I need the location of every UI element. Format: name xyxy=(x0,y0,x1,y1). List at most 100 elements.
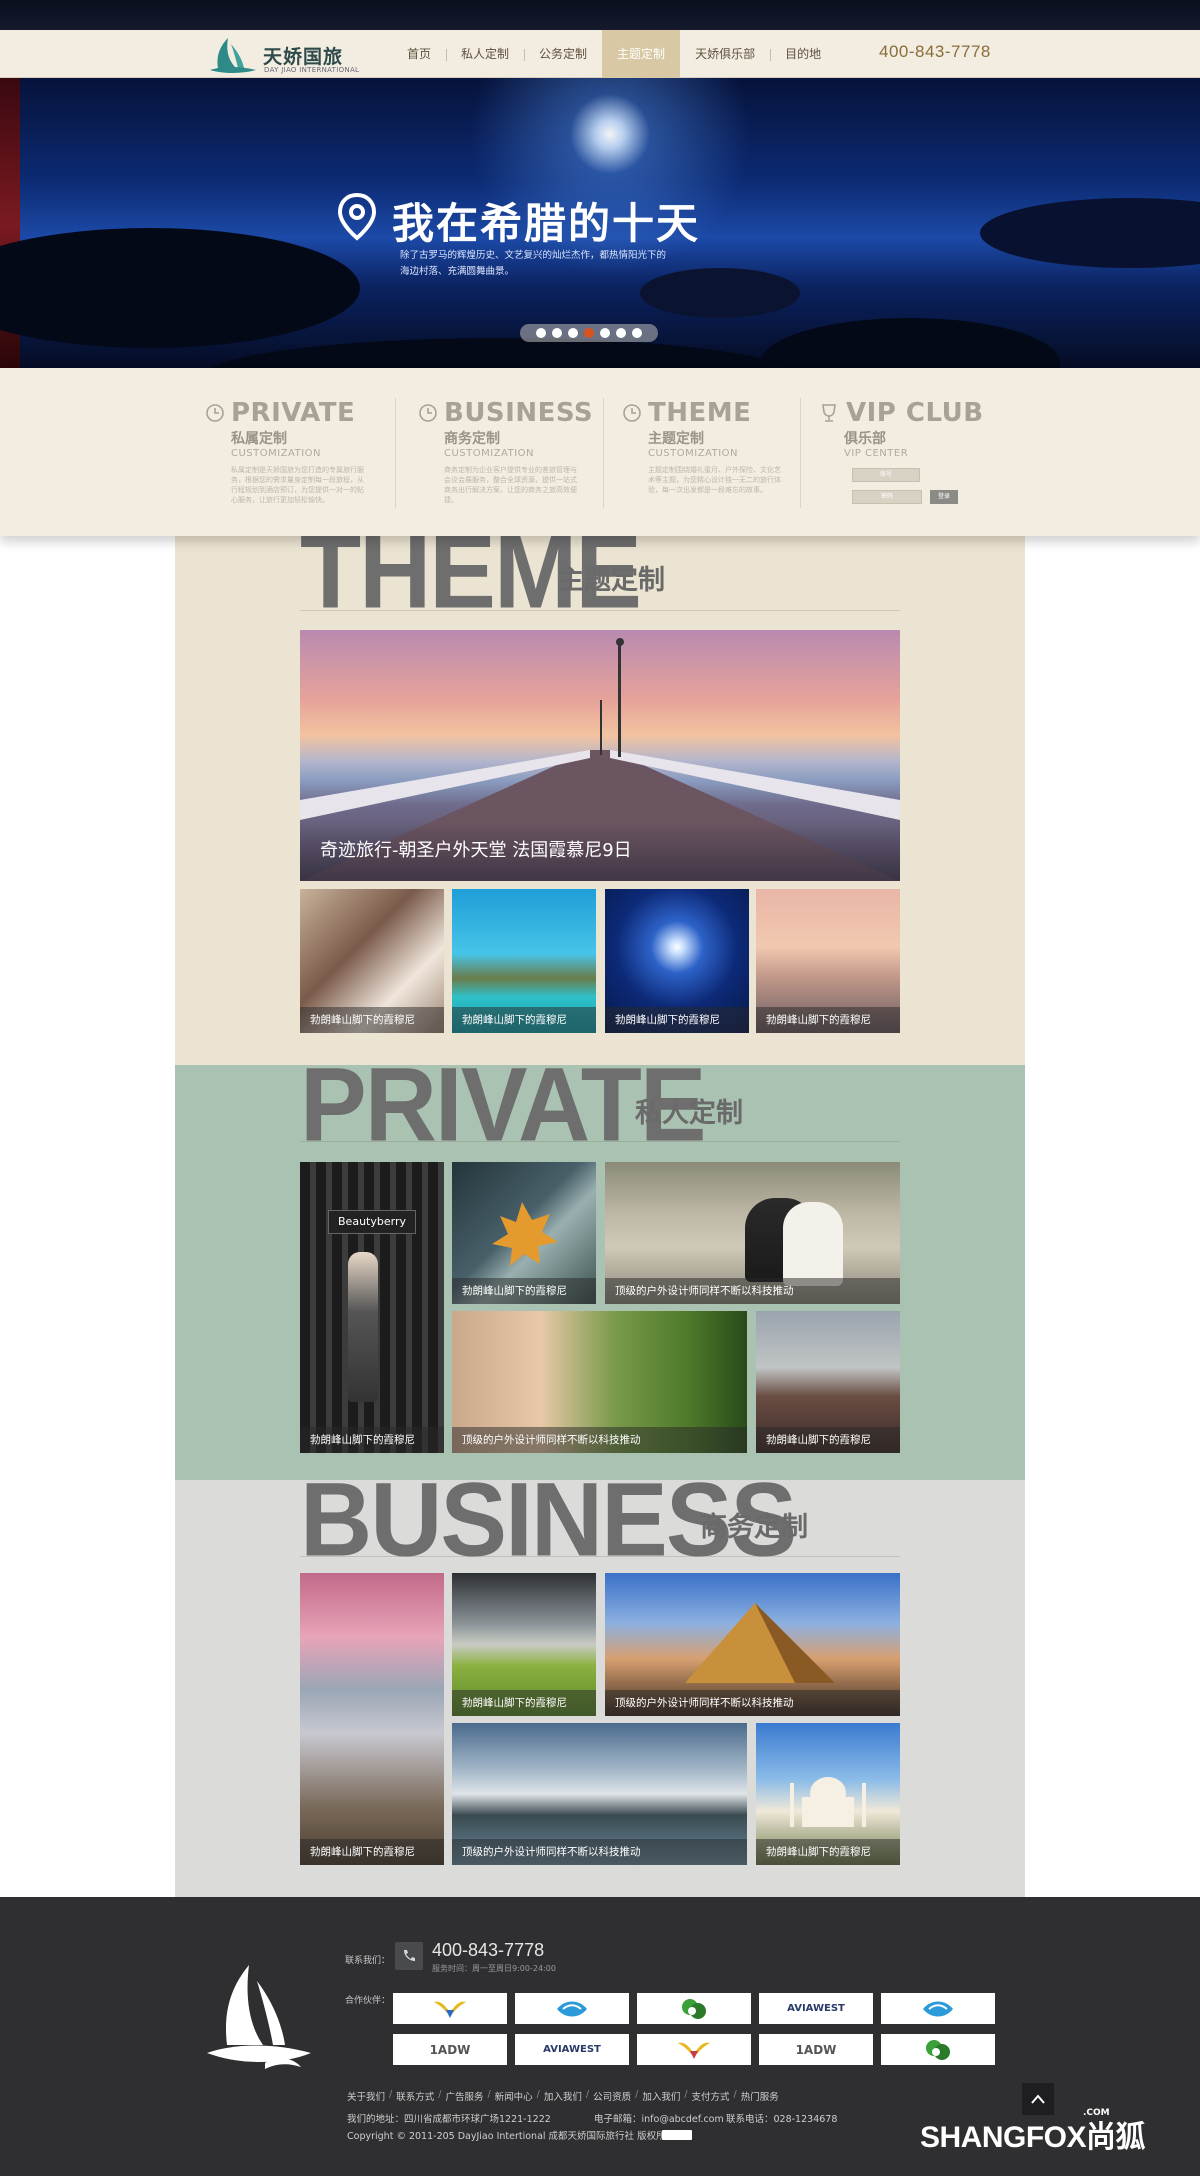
category-title-text: VIP CLUB xyxy=(846,398,984,428)
tour-tile-tall[interactable]: Beautyberry 勃朗峰山脚下的霞穆尼 xyxy=(300,1162,444,1453)
tour-tile-caption: 顶级的户外设计师同样不断以科技推动 xyxy=(605,1278,900,1304)
category-strip: PRIVATE 私属定制 CUSTOMIZATION 私属定制是天娇国旅为您打造… xyxy=(0,368,1200,536)
tour-tile[interactable]: 勃朗峰山脚下的霞穆尼 xyxy=(756,1311,900,1453)
category-cn: 商务定制 xyxy=(444,431,500,447)
header-phone: 400-843-7778 xyxy=(879,42,991,61)
footer-link[interactable]: 加入我们 xyxy=(642,2089,680,2103)
footer-link[interactable]: 支付方式 xyxy=(692,2089,730,2103)
footer-link[interactable]: 广告服务 xyxy=(445,2089,483,2103)
tour-tile-caption: 勃朗峰山脚下的霞穆尼 xyxy=(452,1278,596,1304)
contact-label: 联系我们： xyxy=(345,1956,391,1966)
trophy-icon xyxy=(822,404,836,422)
brand-logo[interactable]: 天娇国旅 DAY JIAO INTERNATIONAL xyxy=(206,36,360,76)
footer-link[interactable]: 联系方式 xyxy=(396,2089,434,2103)
partner-logo[interactable] xyxy=(881,1993,995,2024)
footer-copyright: Copyright © 2011-205 DayJiao Intertional… xyxy=(347,2131,676,2142)
partner-logo[interactable] xyxy=(881,2034,995,2065)
tour-tile[interactable]: 勃朗峰山脚下的霞穆尼 xyxy=(756,889,900,1033)
nav-item-club[interactable]: 天娇俱乐部 xyxy=(680,30,770,78)
slider-dot[interactable] xyxy=(600,328,610,338)
slider-pagination xyxy=(520,324,658,342)
partner-logo[interactable] xyxy=(515,1993,629,2024)
clock-icon xyxy=(419,404,437,422)
category-title: THEME xyxy=(622,398,786,428)
link-separator: / xyxy=(438,2089,442,2100)
phone-icon xyxy=(395,1942,423,1970)
tour-tile-tall[interactable]: 勃朗峰山脚下的霞穆尼 xyxy=(300,1573,444,1865)
partner-logo[interactable]: AVIAWEST xyxy=(759,1993,873,2024)
section-divider xyxy=(300,1141,900,1142)
category-en: VIP CENTER xyxy=(844,448,909,459)
slider-dot-active[interactable] xyxy=(584,328,594,338)
vip-username-field[interactable]: 账号 xyxy=(852,468,920,482)
nav-item-business[interactable]: 公务定制 xyxy=(524,30,602,78)
category-cn: 主题定制 xyxy=(648,431,704,447)
nav-item-theme[interactable]: 主题定制 xyxy=(602,30,681,78)
category-en: CUSTOMIZATION xyxy=(444,448,535,459)
category-business[interactable]: BUSINESS 商务定制 CUSTOMIZATION 商务定制为企业客户提供专… xyxy=(418,398,593,518)
slider-dot[interactable] xyxy=(568,328,578,338)
link-separator: / xyxy=(684,2089,688,2100)
footer-link[interactable]: 热门服务 xyxy=(741,2089,779,2103)
footer-address: 我们的地址：四川省成都市环球广场1221-1222 xyxy=(347,2114,551,2125)
scroll-to-top-button[interactable] xyxy=(1022,2083,1054,2115)
category-title-text: PRIVATE xyxy=(231,398,356,428)
business-section: BUSINESS 商务定制 勃朗峰山脚下的霞穆尼 勃朗峰山脚下的霞穆尼 顶级的户… xyxy=(175,1480,1025,1898)
category-description: 私属定制是天娇国旅为您打造的专属旅行服务，根据您的需求量身定制每一段旅程，从行程… xyxy=(231,466,364,504)
footer-link[interactable]: 公司资质 xyxy=(593,2089,631,2103)
header-bar: 天娇国旅 DAY JIAO INTERNATIONAL 首页 私人定制 公务定制… xyxy=(0,30,1200,78)
hero-banner[interactable]: 我在希腊的十天 除了古罗马的辉煌历史、文艺复兴的灿烂杰作，都热情阳光下的海边村落… xyxy=(0,78,1200,368)
featured-tour-card[interactable]: 奇迹旅行-朝圣户外天堂 法国霞慕尼9日 xyxy=(300,630,900,881)
chevron-up-icon xyxy=(1031,2094,1045,2104)
tour-tile-caption: 勃朗峰山脚下的霞穆尼 xyxy=(452,1690,596,1716)
slider-dot[interactable] xyxy=(552,328,562,338)
tour-tile[interactable]: 勃朗峰山脚下的霞穆尼 xyxy=(605,889,749,1033)
tour-tile-wide[interactable]: 顶级的户外设计师同样不断以科技推动 xyxy=(605,1573,900,1716)
vip-password-field[interactable]: 密码 xyxy=(852,490,922,504)
category-title: VIP CLUB xyxy=(818,398,1018,428)
tour-tile-caption: 勃朗峰山脚下的霞穆尼 xyxy=(756,1427,900,1453)
tour-tile[interactable]: 勃朗峰山脚下的霞穆尼 xyxy=(452,1573,596,1716)
category-title-text: BUSINESS xyxy=(444,398,594,428)
tour-tile[interactable]: 勃朗峰山脚下的霞穆尼 xyxy=(452,889,596,1033)
category-private[interactable]: PRIVATE 私属定制 CUSTOMIZATION 私属定制是天娇国旅为您打造… xyxy=(205,398,369,518)
slider-dot[interactable] xyxy=(616,328,626,338)
tour-tile-caption: 勃朗峰山脚下的霞穆尼 xyxy=(605,1007,749,1033)
partner-logo[interactable] xyxy=(637,1993,751,2024)
banner-rock xyxy=(200,338,800,368)
footer-link[interactable]: 新闻中心 xyxy=(495,2089,533,2103)
footer-link[interactable]: 关于我们 xyxy=(347,2089,385,2103)
banner-rock xyxy=(0,228,360,348)
partner-logo[interactable]: 1ADW xyxy=(393,2034,507,2065)
tour-tile-wide[interactable]: 顶级的户外设计师同样不断以科技推动 xyxy=(605,1162,900,1304)
partner-logo[interactable]: 1ADW xyxy=(759,2034,873,2065)
partner-logo[interactable]: AVIAWEST xyxy=(515,2034,629,2065)
brand-name-en: DAY JIAO INTERNATIONAL xyxy=(264,66,360,74)
tour-tile-wide[interactable]: 顶级的户外设计师同样不断以科技推动 xyxy=(452,1723,747,1865)
slider-dot[interactable] xyxy=(536,328,546,338)
divider xyxy=(395,398,396,508)
private-section: PRIVATE 私人定制 Beautyberry 勃朗峰山脚下的霞穆尼 勃朗峰山… xyxy=(175,1065,1025,1480)
divider xyxy=(603,398,604,508)
vip-login-button[interactable]: 登录 xyxy=(930,490,958,504)
category-en: CUSTOMIZATION xyxy=(231,448,322,459)
partner-logo[interactable] xyxy=(637,2034,751,2065)
footer-link[interactable]: 加入我们 xyxy=(544,2089,582,2103)
nav-item-private[interactable]: 私人定制 xyxy=(446,30,524,78)
category-theme[interactable]: THEME 主题定制 CUSTOMIZATION 主题定制围绕婚礼蜜月、户外探险… xyxy=(622,398,786,518)
watermark-suffix: .COM xyxy=(1083,2108,1110,2118)
link-separator: / xyxy=(733,2089,737,2100)
tour-tile-caption: 顶级的户外设计师同样不断以科技推动 xyxy=(605,1690,900,1716)
nav-item-destination[interactable]: 目的地 xyxy=(770,30,836,78)
tour-tile[interactable]: 勃朗峰山脚下的霞穆尼 xyxy=(300,889,444,1033)
tour-tile[interactable]: 勃朗峰山脚下的霞穆尼 xyxy=(452,1162,596,1304)
certification-badge[interactable] xyxy=(662,2130,692,2140)
slider-dot[interactable] xyxy=(632,328,642,338)
nav-item-home[interactable]: 首页 xyxy=(392,30,446,78)
clock-icon xyxy=(206,404,224,422)
partner-logo[interactable] xyxy=(393,1993,507,2024)
tour-tile-caption: 勃朗峰山脚下的霞穆尼 xyxy=(756,1007,900,1033)
category-description: 主题定制围绕婚礼蜜月、户外探险、文化艺术等主题，为您精心设计独一无二的旅行体验，… xyxy=(648,466,781,494)
tour-tile-wide[interactable]: 顶级的户外设计师同样不断以科技推动 xyxy=(452,1311,747,1453)
tour-tile[interactable]: 勃朗峰山脚下的霞穆尼 xyxy=(756,1723,900,1865)
